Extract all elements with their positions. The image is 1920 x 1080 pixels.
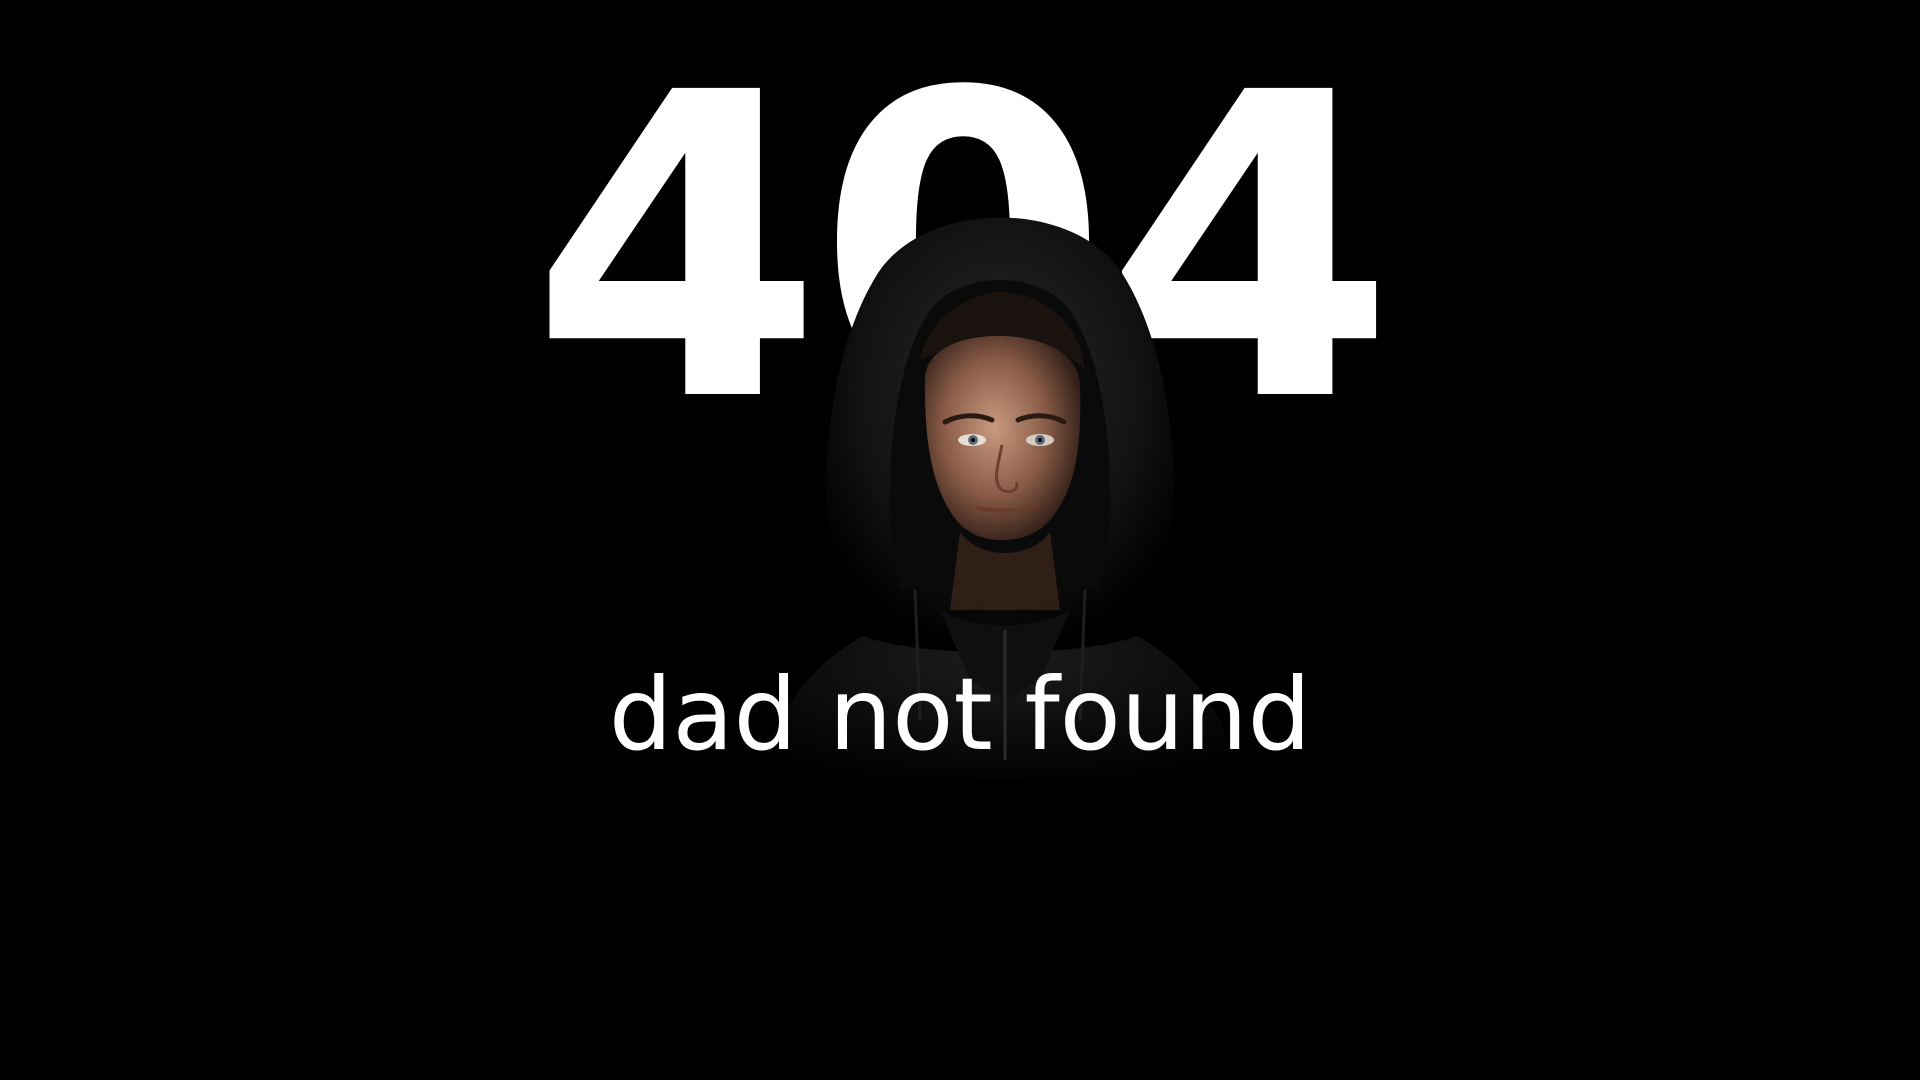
error-page: 404 [0,0,1920,1080]
error-message: dad not found [608,656,1312,773]
